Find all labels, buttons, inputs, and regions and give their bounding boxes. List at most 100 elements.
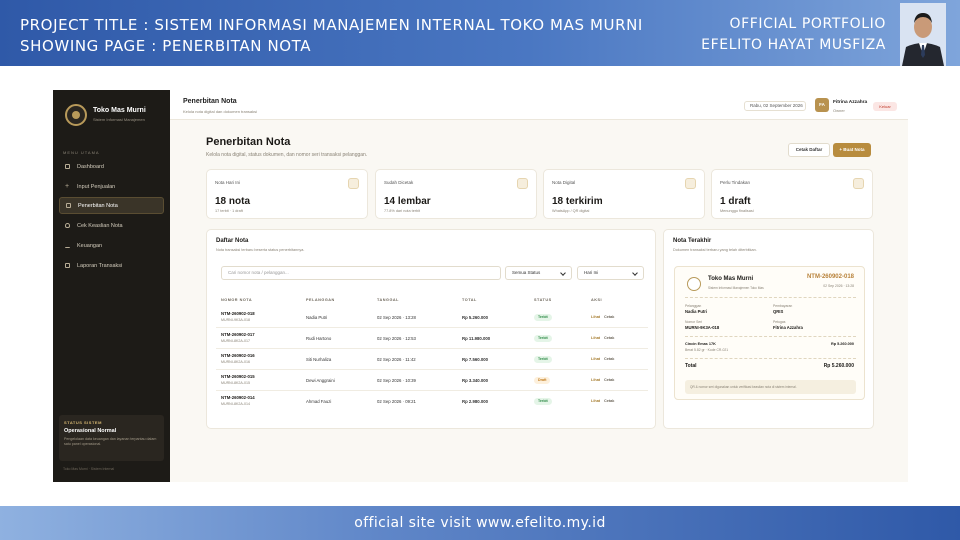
print-link[interactable]: Cetak [604,378,614,382]
view-link[interactable]: Lihat [591,357,600,361]
print-link[interactable]: Cetak [604,357,614,361]
note-serial: MURNI-8K2A-017 [221,339,250,343]
card-value: 1 draft [720,196,751,207]
shield-icon [65,223,70,228]
author-portrait [900,3,946,66]
item-price: Rp 5.260.000 [830,342,854,346]
logout-button[interactable]: Keluar [873,102,897,111]
note-number: NTM-260902-017 [221,332,255,337]
card-desc: WhatsApp / QR digital [552,209,590,213]
document-icon [348,178,359,189]
staff-value: Fitrina Azzahra [773,325,803,330]
avatar[interactable]: FA [815,98,829,112]
search-input[interactable]: Cari nomor nota / pelanggan... [221,266,501,280]
status-badge: Terbit [534,398,552,405]
status-desc: Pengelolaan data keuangan dan layanan te… [64,437,157,446]
view-link[interactable]: Lihat [591,378,600,382]
print-link[interactable]: Cetak [604,399,614,403]
col-header-customer: PELANGGAN [306,298,335,302]
note-date: 02 Sep 2026 · 09:21 [377,399,416,404]
note-serial: MURNI-8K2A-016 [221,360,250,364]
note-total: Rp 7.560.000 [462,357,489,362]
footer-band: official site visit www.efelito.my.id [0,506,960,540]
sidebar-item-penerbitan-nota[interactable]: Penerbitan Nota [59,197,164,214]
view-link[interactable]: Lihat [591,315,600,319]
receipt-preview[interactable]: Toko Mas Murni Sistem Informasi Manajeme… [674,266,865,400]
note-date: 02 Sep 2026 · 11:42 [377,357,416,362]
note-number: NTM-260902-018 [221,311,255,316]
total-label: Total [685,363,697,369]
site-link: official site visit www.efelito.my.id [354,515,606,531]
panel-subtitle: Dokumen transaksi terbaru yang telah dit… [673,248,757,252]
customer-name: Ahmad Fauzi [306,399,332,404]
sidebar-item-label: Input Penjualan [77,183,116,190]
new-note-button[interactable]: + Buat Nota [833,143,871,157]
note-number: NTM-260902-015 [221,374,255,379]
receipt-shop-sub: Sistem Informasi Manajemen Toko Mas [708,286,764,290]
customer-name: Rudi Hartono [306,336,332,341]
total-value: Rp 5.260.000 [823,363,854,369]
table-row[interactable]: NTM-260902-014 MURNI-8K2A-014 Ahmad Fauz… [216,391,648,412]
sidebar-item-keuangan[interactable]: Keuangan [59,237,164,254]
sidebar-item-input-penjualan[interactable]: + Input Penjualan [59,178,164,195]
day-filter-value: Hari Ini [584,270,599,275]
card-title: Nota Hari Ini [215,180,241,185]
copyright: Toko Mas Murni · Sistem Internal [63,467,115,471]
shop-logo [65,104,87,126]
chevron-down-icon [560,270,566,276]
staff-label: Petugas [773,320,786,324]
col-header-date: TANGGAL [377,298,399,302]
author-name: EFELITO HAYAT MUSFIZA [701,37,886,53]
card-title: Perlu Tindakan [720,180,751,185]
table-row[interactable]: NTM-260902-016 MURNI-8K2A-016 Siti Nurha… [216,349,648,370]
portfolio-label: OFFICIAL PORTFOLIO [729,16,886,32]
serial-label: Nomor Seri [685,320,703,324]
print-link[interactable]: Cetak [604,336,614,340]
payment-label: Pembayaran [773,304,793,308]
card-title: Nota Digital [552,180,576,185]
status-badge: Draft [534,377,551,384]
divider [685,336,856,337]
status-heading: STATUS SISTEM [64,420,102,425]
user-role: Owner [833,108,845,113]
receipt-shop-name: Toko Mas Murni [708,276,754,282]
sidebar: Toko Mas Murni Sistem Informasi Manajeme… [53,90,170,482]
table-row[interactable]: NTM-260902-015 MURNI-8K2A-015 Dewi Anggr… [216,370,648,391]
serial-value: MURNI-9K3A-018 [685,325,720,330]
note-number: NTM-260902-016 [221,353,255,358]
divider [685,358,856,359]
view-link[interactable]: Lihat [591,399,600,403]
page-subtitle: Kelola nota digital, status dokumen, dan… [206,152,368,158]
card-value: 18 nota [215,196,251,207]
panel-title: Daftar Nota [216,238,249,244]
sidebar-item-label: Dashboard [77,163,104,170]
note-total: Rp 3.340.000 [462,378,489,383]
print-link[interactable]: Cetak [604,315,614,319]
status-filter-select[interactable]: Semua Status [505,266,572,280]
print-list-button[interactable]: Cetak Daftar [788,143,830,157]
sidebar-item-cek-keaslian[interactable]: Cek Keaslian Nota [59,217,164,234]
receipt-date: 02 Sep 2026 · 13:28 [823,284,854,288]
topbar-title: Penerbitan Nota [183,98,237,105]
table-row[interactable]: NTM-260902-017 MURNI-8K2A-017 Rudi Harto… [216,328,648,349]
page-title: Penerbitan Nota [206,136,291,148]
date-display: Rabu, 02 September 2026 [744,101,806,111]
note-number: NTM-260902-014 [221,395,255,400]
day-filter-select[interactable]: Hari Ini [577,266,644,280]
col-header-total: TOTAL [462,298,477,302]
sidebar-item-dashboard[interactable]: Dashboard [59,158,164,175]
alert-icon [853,178,864,189]
sidebar-item-laporan[interactable]: Laporan Transaksi [59,257,164,274]
panel-subtitle: Nota transaksi terbaru beserta status pe… [216,248,305,252]
card-desc: Menunggu finalisasi [720,209,754,213]
item-name: Cincin Emas 17K [685,342,716,346]
view-link[interactable]: Lihat [591,336,600,340]
note-serial: MURNI-8K2A-015 [221,381,250,385]
printer-icon [517,178,528,189]
card-desc: 17 terbit · 1 draft [215,209,243,213]
table-row[interactable]: NTM-260902-018 MURNI-9K3A-018 Nadia Putr… [216,307,648,328]
customer-name: Dewi Anggraini [306,378,335,383]
sidebar-brand-sub: Sistem Informasi Manajemen [93,117,145,122]
divider [685,297,856,298]
note-serial: MURNI-9K3A-018 [221,318,250,322]
